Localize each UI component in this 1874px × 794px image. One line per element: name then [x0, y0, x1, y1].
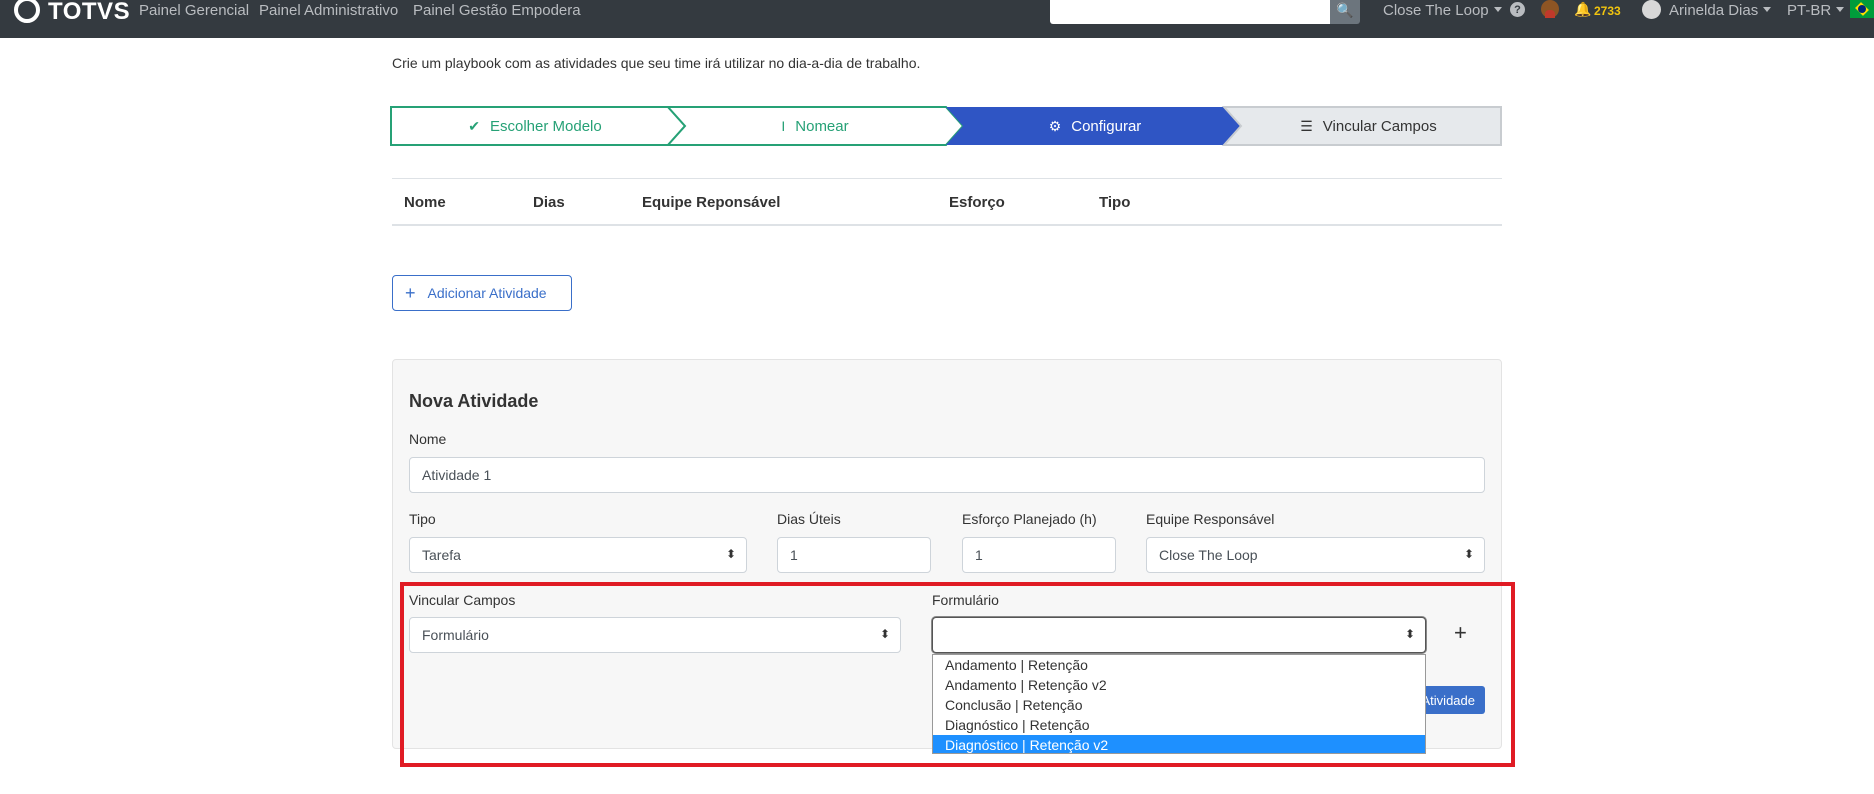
dias-input[interactable]: 1 [777, 537, 931, 573]
step-label: Vincular Campos [1322, 117, 1437, 135]
brand-logo[interactable]: TOTVS [14, 0, 131, 25]
search-input[interactable] [1050, 0, 1330, 24]
column-header-esforco: Esforço [949, 194, 1005, 211]
column-header-nome: Nome [404, 194, 446, 211]
nav-link-painel-gerencial[interactable]: Painel Gerencial [139, 2, 249, 19]
add-activity-button[interactable]: + Adicionar Atividade [392, 275, 572, 311]
search-button[interactable]: 🔍 [1330, 0, 1360, 24]
layers-icon: ☰ [1300, 117, 1313, 134]
wizard-stepper: ✔ Escolher Modelo I Nomear ⚙ Configurar … [390, 106, 1502, 146]
nav-link-painel-gestao-empodera[interactable]: Painel Gestão Empodera [413, 2, 581, 19]
tipo-label: Tipo [409, 511, 436, 527]
top-navbar: TOTVS Painel Gerencial Painel Administra… [0, 0, 1874, 38]
esforco-input[interactable]: 1 [962, 537, 1116, 573]
column-header-dias: Dias [533, 194, 565, 211]
equipe-select[interactable]: Close The Loop [1146, 537, 1485, 573]
bell-icon[interactable]: 🔔 [1574, 1, 1591, 18]
highlight-annotation-box [400, 582, 1515, 767]
brazil-flag-icon [1850, 0, 1874, 18]
column-header-tipo: Tipo [1099, 194, 1131, 211]
column-header-equipe: Equipe Reponsável [642, 194, 781, 211]
notification-count[interactable]: 2733 [1594, 4, 1621, 18]
nome-input[interactable]: Atividade 1 [409, 457, 1485, 493]
help-icon[interactable]: ? [1510, 2, 1525, 17]
totvs-logo-icon [14, 0, 40, 23]
user-avatar[interactable] [1642, 0, 1661, 19]
esforco-label: Esforço Planejado (h) [962, 511, 1097, 527]
gamification-avatar-icon[interactable] [1541, 0, 1559, 18]
nome-label: Nome [409, 431, 447, 447]
step-vincular-campos[interactable]: ☰ Vincular Campos [1235, 106, 1502, 146]
equipe-label: Equipe Responsável [1146, 511, 1275, 527]
plus-icon: + [405, 283, 416, 303]
add-activity-label: Adicionar Atividade [427, 285, 547, 301]
step-label: Nomear [795, 117, 849, 135]
double-check-icon: ✔ [468, 117, 480, 134]
gear-icon: ⚙ [1048, 117, 1062, 134]
step-nomear[interactable]: I Nomear [680, 106, 950, 146]
step-configurar[interactable]: ⚙ Configurar [955, 106, 1235, 146]
activities-table-header: Nome Dias Equipe Reponsável Esforço Tipo [392, 178, 1502, 226]
page-subtitle: Crie um playbook com as atividades que s… [392, 55, 921, 71]
card-title: Nova Atividade [409, 391, 539, 411]
step-escolher-modelo[interactable]: ✔ Escolher Modelo [390, 106, 680, 146]
step-label: Escolher Modelo [490, 117, 602, 135]
brand-name: TOTVS [48, 0, 131, 25]
nav-link-painel-administrativo[interactable]: Painel Administrativo [259, 2, 398, 19]
dias-label: Dias Úteis [777, 511, 841, 527]
language-dropdown[interactable]: PT-BR [1787, 2, 1844, 19]
step-label: Configurar [1071, 117, 1142, 135]
search-icon: 🔍 [1336, 1, 1354, 18]
company-dropdown[interactable]: Close The Loop [1383, 2, 1502, 19]
user-menu-dropdown[interactable]: Arinelda Dias [1669, 2, 1771, 19]
tipo-select[interactable]: Tarefa [409, 537, 747, 573]
text-cursor-icon: I [781, 118, 786, 134]
